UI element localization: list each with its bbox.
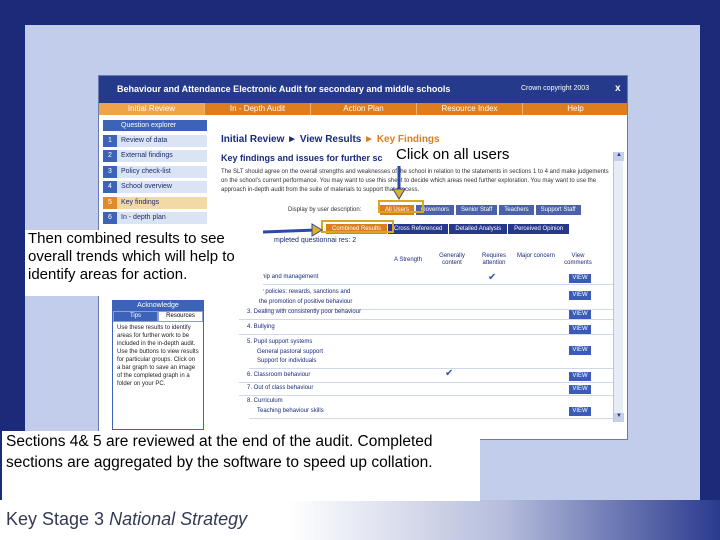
sidebar-item-number: 5 [103,196,117,209]
row-label: 8. Curriculum [247,398,283,404]
cross-referenced-tab[interactable]: Cross Referenced [388,224,449,234]
check-icon: ✔ [488,272,497,283]
sidebar-item-number: 4 [103,181,117,194]
table-row: Support for individuals [249,355,615,369]
col-requires-attention: Requires attention [481,253,506,266]
row-label: 6. Classroom behaviour [247,372,311,378]
content-scrollbar[interactable]: ▲ ▼ [613,152,624,422]
tab-help[interactable]: Help [523,103,627,115]
footer-brand: Key Stage 3 National Strategy [6,509,248,529]
teachers-button[interactable]: Teachers [499,205,534,215]
callout-sections-reviewed: Sections 4& 5 are reviewed at the end of… [2,431,480,501]
question-explorer: Question explorer 1 Review of data 2 Exter… [103,120,207,227]
scroll-up-icon[interactable]: ▲ [614,152,624,161]
view-comments-button[interactable]: VIEW [569,346,591,355]
breadcrumb: Initial Review ► View Results ► Key Find… [221,134,440,145]
completed-count: mpleted questionnai res: 2 [274,237,357,244]
row-label: 5. Pupil support systems [247,339,313,345]
col-major-concern: Major concern [517,253,556,259]
row-label: 7. Out of class behaviour [247,385,314,391]
sidebar-item-school-overview[interactable]: 4 School overview [103,181,207,194]
breadcrumb-key-findings: Key Findings [376,134,440,145]
table-row: 6. Classroom behaviour [239,369,615,383]
callout-click-all-users: Click on all users [395,146,511,164]
tips-tabs: Tips Resources [113,311,203,322]
tab-resource-index[interactable]: Resource Index [417,103,523,115]
view-comments-button[interactable]: VIEW [569,372,591,381]
view-comments-button[interactable]: VIEW [569,407,591,416]
sidebar-item-label: Policy check-list [121,167,171,175]
sidebar-item-label: In - depth plan [121,213,166,221]
app-copyright: Crown copyright 2003 [521,85,590,92]
display-by-label: Display by user description: [288,207,362,213]
view-comments-button[interactable]: VIEW [569,385,591,394]
breadcrumb-initial-review[interactable]: Initial Review [221,134,284,145]
col-view-comments: View comments [564,253,592,266]
main-nav: Initial Review In - Depth Audit Action P… [99,103,627,115]
scroll-down-icon[interactable]: ▼ [614,413,624,422]
callout-combined-results: Then combined results to see overall tre… [25,230,263,296]
tab-action-plan[interactable]: Action Plan [311,103,417,115]
view-comments-button[interactable]: VIEW [569,291,591,300]
row-label: 3. Dealing with consistently poor behavi… [247,309,362,315]
tab-in-depth-audit[interactable]: In - Depth Audit [205,103,311,115]
all-users-highlight [378,200,424,213]
tab-tips[interactable]: Tips [113,311,158,322]
tab-resources[interactable]: Resources [158,311,203,322]
sidebar-item-policy-check-list[interactable]: 3 Policy check-list [103,165,207,178]
row-label: Support for individuals [257,358,317,364]
tips-panel: Acknowledge Tips Resources Use these res… [112,300,204,430]
support-staff-button[interactable]: Support Staff [535,205,581,215]
app-titlebar: Behaviour and Attendance Electronic Audi… [99,76,627,103]
sidebar-item-number: 3 [103,165,117,178]
sidebar-item-label: School overview [121,183,172,191]
view-comments-button[interactable]: VIEW [569,325,591,334]
col-strength: A Strength [393,257,423,263]
instructions-text: The SLT should agree on the overall stre… [221,169,609,193]
row-label: ty policies: rewards, sanctions and [259,289,351,295]
table-row: ship and management [259,271,615,285]
close-icon[interactable]: x [615,83,621,94]
breadcrumb-separator-icon: ► [364,134,375,145]
perceived-opinion-tab[interactable]: Perceived Opinion [508,224,570,234]
view-comments-button[interactable]: VIEW [569,310,591,319]
sidebar-item-number: 6 [103,211,117,224]
table-row: 7. Out of class behaviour [239,382,615,396]
sidebar-item-number: 1 [103,135,117,147]
table-row: 3. Dealing with consistently poor behavi… [239,306,615,320]
sidebar-item-in-depth-plan[interactable]: 6 In - depth plan [103,211,207,224]
sidebar-item-label: External findings [121,152,173,160]
detailed-analysis-tab[interactable]: Detailed Analysis [449,224,508,234]
row-label: the promotion of positive behaviour [259,299,353,305]
sidebar-item-label: Key findings [121,198,160,206]
breadcrumb-view-results[interactable]: View Results [300,134,362,145]
row-label: 4. Bullying [247,324,275,330]
col-generally-content: Generally content [439,253,465,266]
tips-text: Use these results to identify areas for … [117,325,199,387]
app-title: Behaviour and Attendance Electronic Audi… [117,84,451,94]
combined-results-highlight [321,220,394,233]
question-explorer-heading: Question explorer [103,120,207,131]
tab-initial-review[interactable]: Initial Review [99,103,205,115]
row-label: ship and management [259,274,319,280]
page-title: Key findings and issues for further sc [221,153,383,163]
view-comments-button[interactable]: VIEW [569,274,591,283]
tips-panel-title: Acknowledge [113,301,203,311]
sidebar-item-external-findings[interactable]: 2 External findings [103,150,207,163]
check-icon: ✔ [445,368,454,379]
sidebar-item-number: 2 [103,150,117,163]
sidebar-item-key-findings[interactable]: 5 Key findings [103,196,207,209]
breadcrumb-separator-icon: ► [287,134,298,145]
table-row: Teaching behaviour skills [249,405,615,419]
row-label: Teaching behaviour skills [257,408,324,414]
senior-staff-button[interactable]: Senior Staff [456,205,498,215]
sidebar-item-label: Review of data [121,137,168,144]
sidebar-item-review-of-data[interactable]: 1 Review of data [103,135,207,147]
table-row: 4. Bullying [239,321,615,335]
